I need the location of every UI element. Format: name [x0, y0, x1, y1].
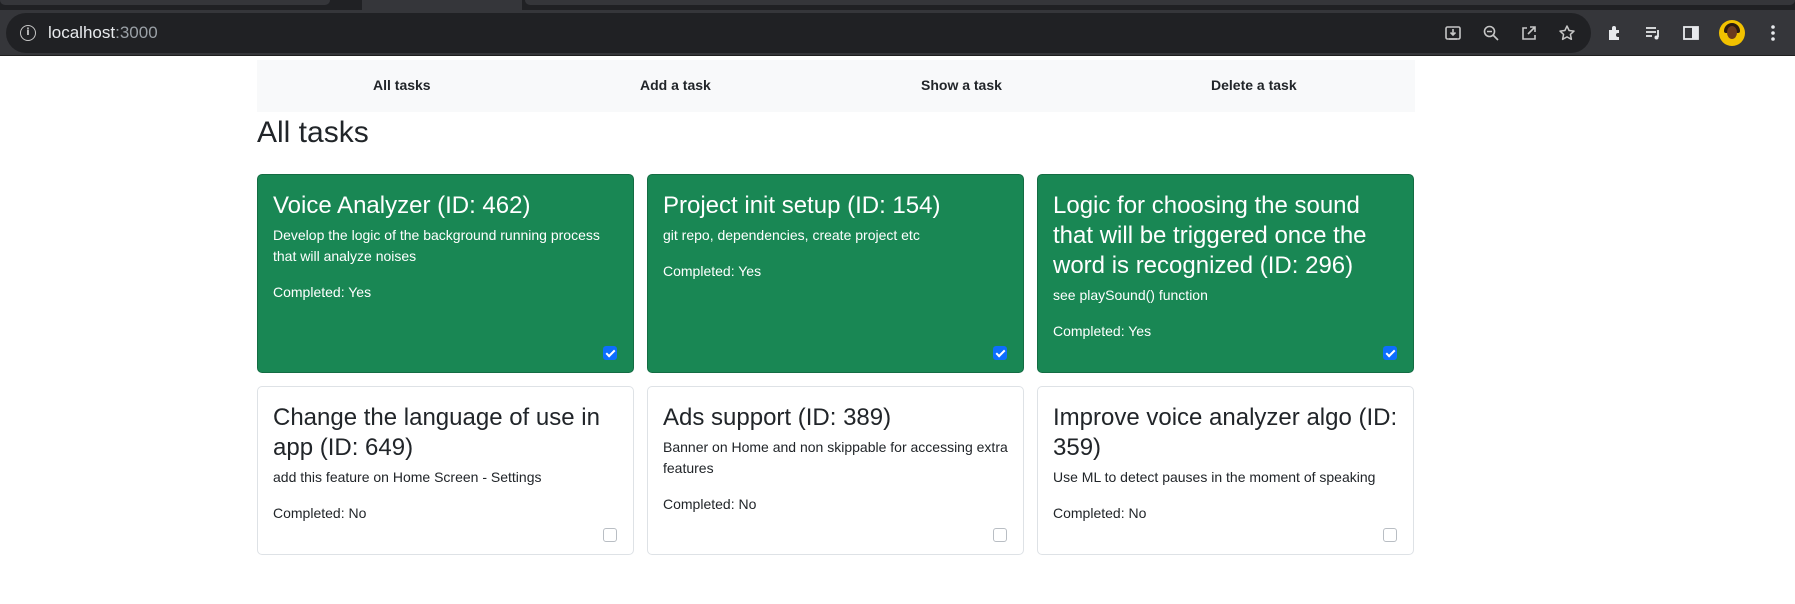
- page-container: All tasks Add a task Show a task Delete …: [257, 60, 1415, 555]
- side-panel-icon[interactable]: [1681, 23, 1701, 43]
- url-port: :3000: [115, 23, 158, 42]
- task-completed-status: Completed: Yes: [663, 263, 762, 279]
- task-description: Use ML to detect pauses in the moment of…: [1053, 469, 1376, 485]
- task-description: Develop the logic of the background runn…: [273, 227, 600, 264]
- address-bar[interactable]: i localhost:3000: [6, 13, 1591, 53]
- nav-add-task[interactable]: Add a task: [640, 77, 711, 93]
- address-url[interactable]: localhost:3000: [48, 23, 158, 43]
- task-completed-checkbox[interactable]: [993, 528, 1007, 542]
- browser-toolbar: i localhost:3000: [0, 10, 1795, 56]
- browser-tab-active[interactable]: [362, 0, 522, 10]
- task-description: add this feature on Home Screen - Settin…: [273, 469, 542, 485]
- task-completed-status: Completed: No: [273, 505, 367, 521]
- profile-avatar[interactable]: [1719, 20, 1745, 46]
- task-card: Project init setup (ID: 154) git repo, d…: [647, 174, 1024, 373]
- install-app-icon[interactable]: [1443, 23, 1463, 43]
- task-title: Logic for choosing the sound that will b…: [1053, 192, 1367, 279]
- avatar-face: [1727, 26, 1737, 39]
- task-description: see playSound() function: [1053, 287, 1208, 303]
- share-icon[interactable]: [1519, 23, 1539, 43]
- task-title: Project init setup (ID: 154): [663, 192, 941, 219]
- browser-tab[interactable]: [0, 0, 330, 5]
- task-title: Voice Analyzer (ID: 462): [273, 192, 531, 219]
- task-completed-checkbox[interactable]: [993, 346, 1007, 360]
- page-title: All tasks: [257, 116, 369, 149]
- nav-delete-task[interactable]: Delete a task: [1211, 77, 1297, 93]
- task-completed-status: Completed: No: [1053, 505, 1147, 521]
- bookmark-star-icon[interactable]: [1557, 23, 1577, 43]
- task-completed-checkbox[interactable]: [603, 528, 617, 542]
- url-host: localhost: [48, 23, 116, 42]
- reading-list-icon[interactable]: [1643, 23, 1663, 43]
- task-card: Change the language of use in app (ID: 6…: [257, 386, 634, 555]
- task-title: Improve voice analyzer algo (ID: 359): [1053, 404, 1398, 461]
- browser-tab[interactable]: [525, 0, 1795, 5]
- task-card: Ads support (ID: 389) Banner on Home and…: [647, 386, 1024, 555]
- extensions-icon[interactable]: [1605, 23, 1625, 43]
- menu-kebab-icon[interactable]: [1763, 23, 1783, 43]
- task-title: Ads support (ID: 389): [663, 404, 892, 431]
- task-description: Banner on Home and non skippable for acc…: [663, 439, 1008, 476]
- task-description: git repo, dependencies, create project e…: [663, 227, 920, 243]
- task-completed-checkbox[interactable]: [1383, 528, 1397, 542]
- task-card: Improve voice analyzer algo (ID: 359) Us…: [1037, 386, 1414, 555]
- browser-tab-strip: [0, 0, 1795, 10]
- nav-show-task[interactable]: Show a task: [921, 77, 1002, 93]
- task-card: Voice Analyzer (ID: 462) Develop the log…: [257, 174, 634, 373]
- task-completed-checkbox[interactable]: [603, 346, 617, 360]
- task-card: Logic for choosing the sound that will b…: [1037, 174, 1414, 373]
- nav-bar: All tasks Add a task Show a task Delete …: [257, 60, 1415, 112]
- task-completed-status: Completed: Yes: [273, 284, 372, 300]
- task-title: Change the language of use in app (ID: 6…: [273, 404, 600, 461]
- nav-all-tasks[interactable]: All tasks: [373, 77, 431, 93]
- zoom-out-icon[interactable]: [1481, 23, 1501, 43]
- task-completed-status: Completed: Yes: [1053, 323, 1152, 339]
- task-completed-checkbox[interactable]: [1383, 346, 1397, 360]
- site-info-icon[interactable]: i: [20, 25, 36, 41]
- task-completed-status: Completed: No: [663, 496, 757, 512]
